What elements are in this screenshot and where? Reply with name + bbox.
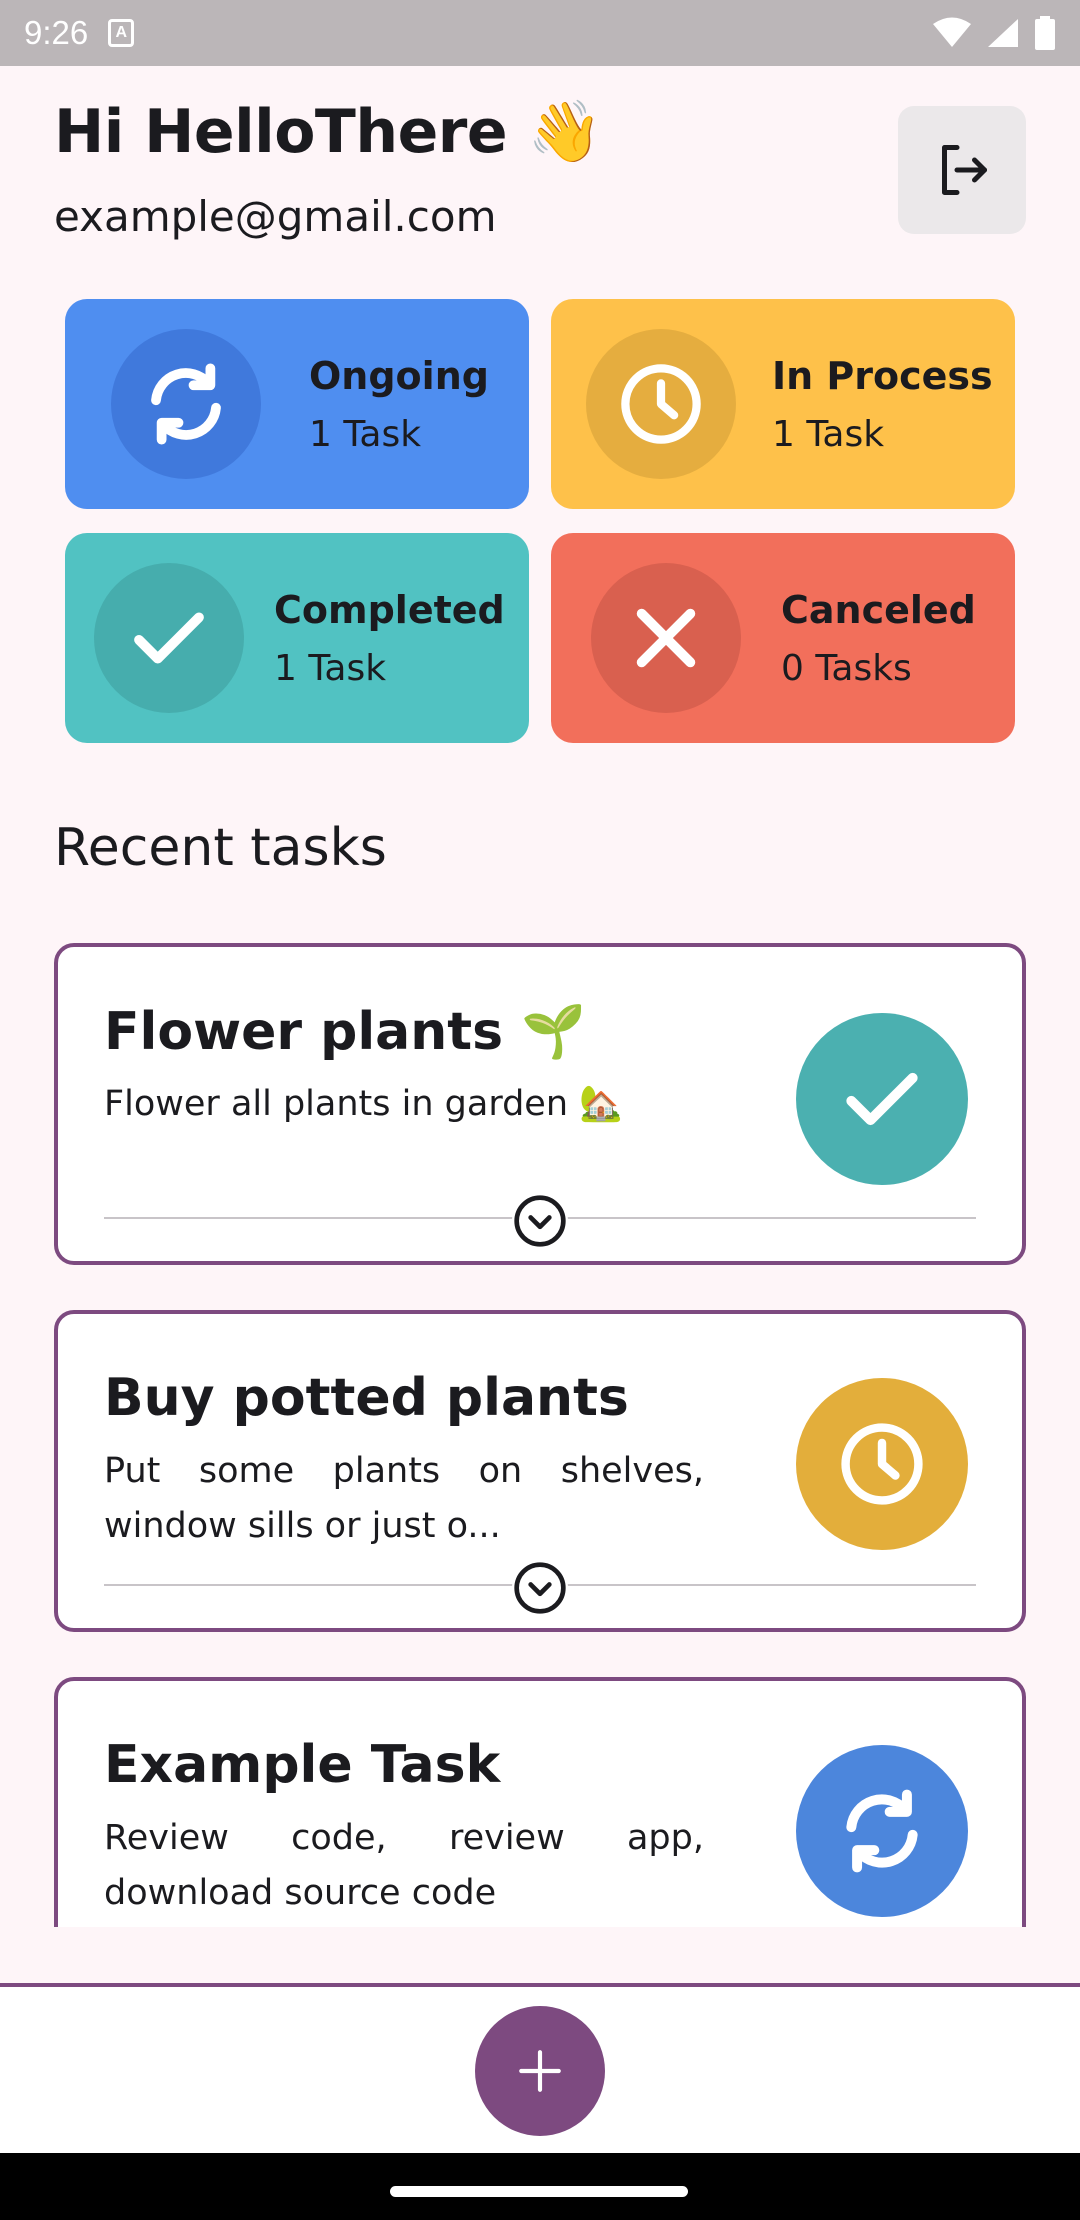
sync-icon xyxy=(151,363,221,445)
status-bar: 9:26 A xyxy=(0,0,1080,66)
summary-icon-circle xyxy=(111,329,261,479)
header: Hi HelloThere 👋 example@gmail.com xyxy=(54,96,1034,256)
battery-icon xyxy=(1035,16,1055,50)
summary-text: Ongoing 1 Task xyxy=(309,354,489,455)
status-icons xyxy=(932,16,1056,50)
signal-icon xyxy=(988,19,1018,47)
task-item: Flower plants 🌱 Flower all plants in gar… xyxy=(54,943,1026,1273)
task-item: Example Task Review code, review app, do… xyxy=(54,1677,1026,1927)
summary-icon-circle xyxy=(586,329,736,479)
expand-button[interactable] xyxy=(512,1560,568,1616)
summary-text: Canceled 0 Tasks xyxy=(781,588,976,689)
task-status-button[interactable] xyxy=(796,1013,968,1185)
task-status-button[interactable] xyxy=(796,1378,968,1550)
clock-icon xyxy=(841,1423,923,1505)
task-title: Buy potted plants xyxy=(104,1368,629,1428)
summary-count: 1 Task xyxy=(772,413,885,455)
task-status-button[interactable] xyxy=(796,1745,968,1917)
logout-icon xyxy=(942,145,987,195)
summary-label: Completed xyxy=(274,587,505,632)
notification-icon: A xyxy=(108,19,135,47)
plus-icon xyxy=(519,2050,561,2092)
task-description: Review code, review app, download source… xyxy=(104,1818,704,1913)
home-gesture-handle[interactable] xyxy=(390,2186,688,2197)
summary-card-ongoing[interactable]: Ongoing 1 Task xyxy=(65,299,529,509)
summary-label: Ongoing xyxy=(309,353,489,398)
summary-text: Completed 1 Task xyxy=(274,588,505,689)
recent-tasks-title: Recent tasks xyxy=(54,818,387,878)
wifi-icon xyxy=(933,17,971,47)
task-title: Example Task xyxy=(104,1735,501,1795)
task-item: Buy potted plants Put some plants on she… xyxy=(54,1310,1026,1640)
chevron-down-icon xyxy=(514,1562,566,1614)
summary-label: In Process xyxy=(772,353,993,398)
user-email: example@gmail.com xyxy=(54,192,497,241)
summary-count: 1 Task xyxy=(274,647,387,689)
summary-label: Canceled xyxy=(781,587,976,632)
add-task-button[interactable] xyxy=(475,2006,605,2136)
summary-count: 1 Task xyxy=(309,413,422,455)
task-description: Flower all plants in garden 🏡 xyxy=(104,1084,623,1124)
summary-card-canceled[interactable]: Canceled 0 Tasks xyxy=(551,533,1015,743)
sync-icon xyxy=(846,1789,918,1873)
summary-count: 0 Tasks xyxy=(781,647,912,689)
close-icon xyxy=(636,608,696,668)
status-time: 9:26 xyxy=(24,14,89,51)
greeting-title: Hi HelloThere 👋 xyxy=(54,97,602,167)
check-icon xyxy=(134,612,204,664)
summary-text: In Process 1 Task xyxy=(772,354,993,455)
expand-button[interactable] xyxy=(512,1193,568,1249)
summary-icon-circle xyxy=(591,563,741,713)
task-title: Flower plants 🌱 xyxy=(104,1002,586,1062)
summary-card-completed[interactable]: Completed 1 Task xyxy=(65,533,529,743)
check-icon xyxy=(846,1072,918,1126)
logout-button[interactable] xyxy=(898,106,1026,234)
chevron-down-icon xyxy=(514,1195,566,1247)
summary-card-in-process[interactable]: In Process 1 Task xyxy=(551,299,1015,509)
task-card[interactable]: Flower plants 🌱 Flower all plants in gar… xyxy=(54,943,1026,1265)
task-description: Put some plants on shelves, window sills… xyxy=(104,1451,704,1546)
clock-icon xyxy=(621,364,701,444)
task-card[interactable]: Example Task Review code, review app, do… xyxy=(54,1677,1026,1927)
task-card[interactable]: Buy potted plants Put some plants on she… xyxy=(54,1310,1026,1632)
summary-icon-circle xyxy=(94,563,244,713)
